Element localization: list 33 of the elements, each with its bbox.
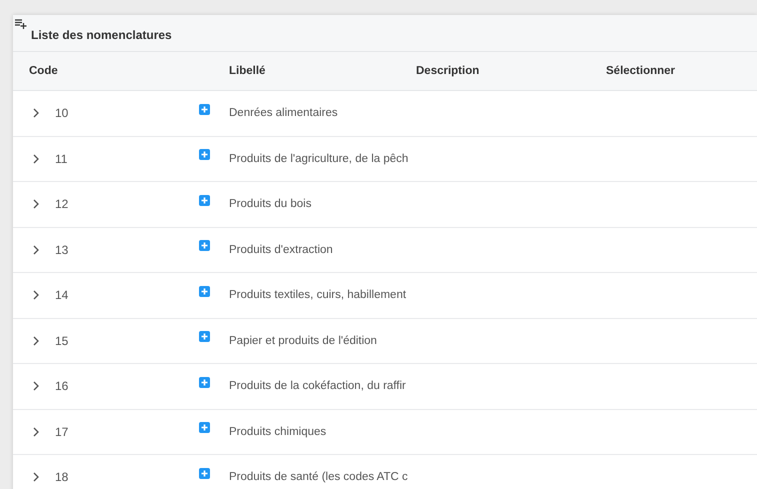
column-header: Description	[416, 65, 480, 77]
label-cell-text: Produits textiles, cuirs, habillement	[229, 289, 408, 302]
column-header: Code	[29, 65, 58, 77]
column-header: Sélectionner	[606, 65, 676, 77]
code-cell: 12	[55, 197, 68, 212]
label-cell-text: Produits de la cokéfaction, du raffir	[229, 380, 407, 392]
code-cell: 15	[55, 334, 68, 348]
add-icon[interactable]	[199, 149, 210, 160]
add-list-icon	[15, 18, 29, 30]
panel-title: Liste des nomenclatures	[31, 28, 172, 42]
add-icon[interactable]	[199, 422, 210, 434]
label-cell-text: Produits de santé (les codes ATC c	[229, 471, 409, 484]
label-cell-text: Papier et produits de l'édition	[229, 334, 378, 347]
column-header: Libellé	[229, 65, 266, 77]
add-icon[interactable]	[199, 104, 210, 115]
code-cell: 13	[55, 242, 68, 257]
add-icon[interactable]	[199, 240, 210, 252]
code-cell: 11	[55, 152, 68, 166]
code-cell: 10	[55, 106, 68, 120]
add-icon[interactable]	[199, 331, 210, 342]
add-icon[interactable]	[199, 286, 210, 297]
code-cell: 17	[55, 424, 68, 439]
label-cell-text: Denrées alimentaires	[229, 107, 339, 120]
label-cell-text: Produits d'extraction	[229, 244, 334, 256]
code-cell: 16	[55, 379, 68, 394]
label-cell-text: Produits du bois	[229, 198, 312, 210]
add-icon[interactable]	[199, 194, 210, 206]
label-cell-text: Produits de l'agriculture, de la pêch	[229, 152, 410, 165]
label-cell-text: Produits chimiques	[229, 426, 328, 438]
add-icon[interactable]	[199, 468, 210, 479]
add-icon[interactable]	[199, 376, 210, 388]
code-cell: 14	[55, 288, 68, 302]
code-cell: 18	[55, 470, 68, 484]
